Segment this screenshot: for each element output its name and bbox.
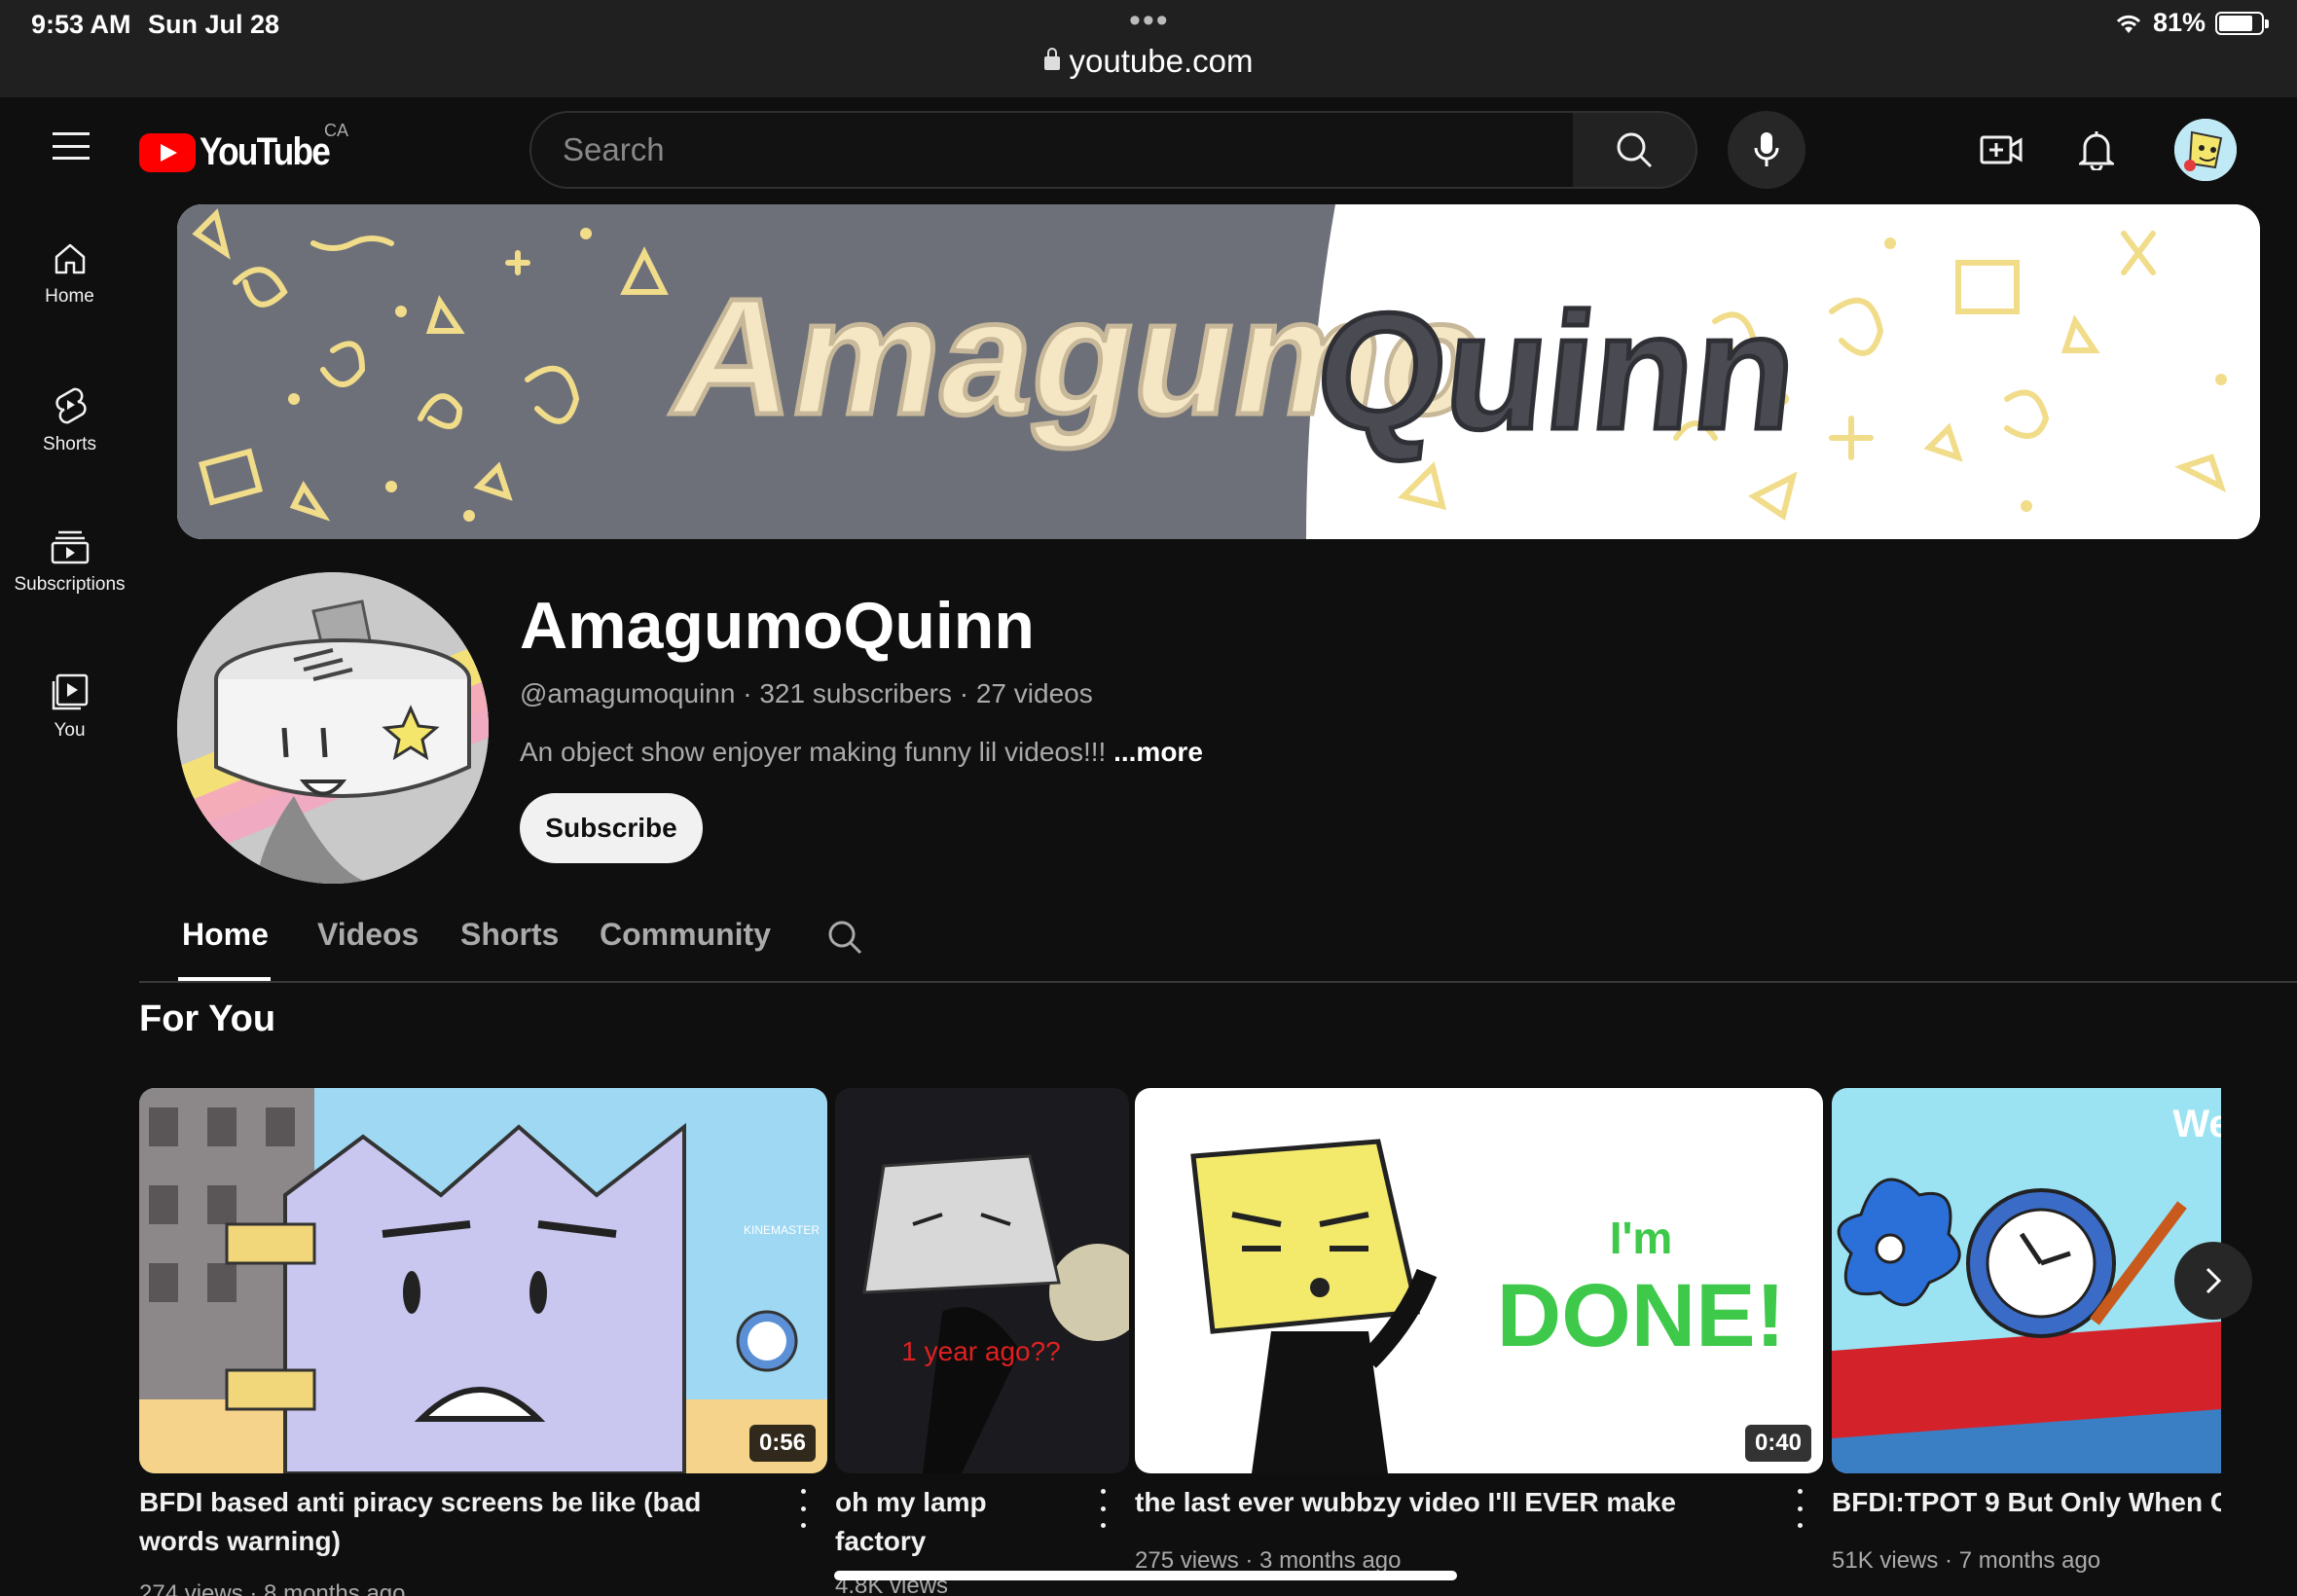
video-duration: 0:56	[748, 1425, 816, 1462]
search-input[interactable]	[531, 113, 1573, 187]
thumbnail-art: I'm DONE!	[1135, 1088, 1823, 1473]
search-box	[529, 111, 1575, 189]
url-bar[interactable]: youtube.com	[0, 43, 2297, 80]
create-button[interactable]	[1978, 127, 2024, 173]
youtube-play-icon	[139, 132, 196, 172]
video-thumbnail-3[interactable]: I'm DONE! 0:40	[1135, 1088, 1823, 1473]
home-indicator[interactable]	[834, 1571, 1457, 1580]
thumb-watermark: KINEMASTER	[744, 1223, 820, 1237]
thumb-text: We	[2172, 1103, 2221, 1145]
status-indicators: 81%	[2114, 8, 2269, 38]
voice-search-button[interactable]	[1728, 111, 1805, 189]
notifications-button[interactable]	[2073, 127, 2120, 173]
account-avatar[interactable]	[2174, 119, 2237, 181]
subscriptions-icon	[51, 530, 89, 564]
tab-home[interactable]: Home	[182, 917, 269, 953]
thumb-text-1: I'm	[1610, 1213, 1673, 1263]
thumb-text-2: DONE!	[1497, 1266, 1785, 1365]
youtube-logo[interactable]: YouTube CA	[139, 121, 348, 174]
sidebar-item-home[interactable]: Home	[0, 202, 139, 319]
masthead: YouTube CA	[0, 97, 2297, 202]
shelf-next-button[interactable]	[2174, 1242, 2252, 1320]
lock-icon	[1043, 48, 1060, 70]
search-icon	[1617, 132, 1653, 168]
banner-text-right: Quinn	[1308, 279, 1805, 463]
search-button[interactable]	[1573, 111, 1697, 189]
video-duration: 0:40	[1744, 1425, 1811, 1462]
more-link[interactable]: ...more	[1113, 737, 1203, 767]
video-thumbnail-2[interactable]: 1 year ago??	[835, 1088, 1129, 1473]
mic-icon	[1754, 132, 1779, 166]
bell-icon	[2079, 131, 2114, 170]
banner-art: Amagumo Quinn	[177, 204, 2260, 539]
chevron-right-icon	[2206, 1267, 2222, 1294]
menu-icon[interactable]	[53, 132, 90, 160]
channel-tabs: Home Videos Shorts Community	[139, 905, 2297, 983]
status-date: Sun Jul 28	[148, 10, 280, 39]
subscribe-button[interactable]: Subscribe	[520, 793, 703, 863]
channel-avatar-illustration	[177, 572, 489, 884]
video-title-2[interactable]: oh my lamp factory noway!!!!!!! #bfb...	[835, 1483, 1078, 1561]
shorts-icon	[55, 387, 87, 424]
sidebar-item-label: Subscriptions	[14, 574, 126, 595]
video-title-4[interactable]: BFDI:TPOT 9 But Only When Clo	[1832, 1483, 2221, 1522]
channel-meta: @amagumoquinn · 321 subscribers · 27 vid…	[520, 678, 1093, 708]
channel-description[interactable]: An object show enjoyer making funny lil …	[520, 737, 1203, 768]
tab-shorts[interactable]: Shorts	[460, 917, 559, 953]
channel-avatar[interactable]	[177, 572, 489, 884]
section-title: For You	[139, 998, 276, 1039]
tab-community[interactable]: Community	[600, 917, 771, 953]
you-icon	[52, 673, 88, 710]
country-code: CA	[324, 121, 349, 140]
wifi-icon	[2116, 15, 2141, 33]
status-time: 9:53 AM	[31, 10, 131, 39]
sidebar-item-shorts[interactable]: Shorts	[0, 346, 139, 463]
video-menu-1[interactable]	[796, 1489, 810, 1528]
video-thumbnail-4[interactable]: We	[1832, 1088, 2221, 1473]
sidebar-item-label: Shorts	[43, 434, 96, 454]
search-icon	[828, 921, 862, 955]
channel-name: AmagumoQuinn	[520, 589, 1035, 663]
video-title-3[interactable]: the last ever wubbzy video I'll EVER mak…	[1135, 1483, 1758, 1522]
video-title-1[interactable]: BFDI based anti piracy screens be like (…	[139, 1483, 762, 1561]
video-meta-1: 274 views · 8 months ago	[139, 1580, 406, 1596]
video-menu-2[interactable]	[1096, 1489, 1110, 1528]
logo-text: YouTube	[200, 130, 331, 173]
home-icon	[55, 243, 85, 274]
sidebar-item-subscriptions[interactable]: Subscriptions	[0, 490, 139, 607]
channel-description-text: An object show enjoyer making funny lil …	[520, 737, 1114, 767]
thumbnail-art: KINEMASTER	[139, 1088, 827, 1473]
avatar-illustration	[2174, 119, 2237, 181]
channel-search-button[interactable]	[826, 919, 863, 961]
ios-status-bar: 9:53 AM Sun Jul 28 ••• 81% youtube.com	[0, 0, 2297, 97]
channel-banner: Amagumo Quinn	[177, 204, 2260, 539]
video-thumbnail-1[interactable]: KINEMASTER 0:56	[139, 1088, 827, 1473]
video-meta-4: 51K views · 7 months ago	[1832, 1547, 2101, 1574]
multitasking-dots-icon[interactable]: •••	[1129, 2, 1170, 40]
sidebar-item-you[interactable]: You	[0, 635, 139, 751]
battery-icon	[2215, 11, 2269, 35]
thumb-caption: 1 year ago??	[901, 1336, 1060, 1366]
video-menu-3[interactable]	[1793, 1489, 1806, 1528]
sidebar-item-label: Home	[45, 286, 94, 307]
active-tab-indicator	[178, 977, 271, 981]
thumbnail-art: We	[1832, 1088, 2221, 1473]
url-text: youtube.com	[1069, 43, 1254, 79]
sidebar-item-label: You	[54, 720, 86, 741]
battery-percent: 81%	[2152, 8, 2206, 37]
thumbnail-art: 1 year ago??	[835, 1088, 1129, 1473]
create-icon	[1980, 135, 2023, 164]
tab-videos[interactable]: Videos	[317, 917, 419, 953]
